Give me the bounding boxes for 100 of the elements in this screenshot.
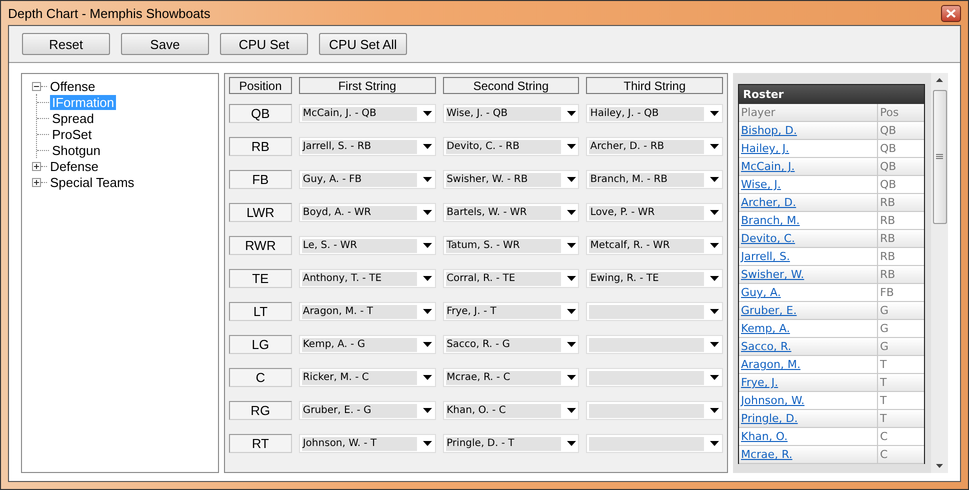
caret-icon — [422, 111, 432, 116]
player-dropdown[interactable]: Love, P. - WR — [586, 203, 724, 222]
player-dropdown[interactable]: Ricker, M. - C — [298, 368, 436, 387]
player-dropdown[interactable] — [586, 368, 724, 387]
player-link[interactable]: Gruber, E. — [741, 304, 797, 317]
player-dropdown[interactable]: Boyd, A. - WR — [298, 203, 436, 222]
player-dropdown[interactable]: Anthony, T. - TE — [298, 269, 436, 288]
player-dropdown[interactable]: Archer, D. - RB — [586, 137, 724, 156]
table-cell-text: T — [879, 393, 888, 409]
player-dropdown[interactable]: Ewing, R. - TE — [586, 269, 724, 288]
player-dropdown[interactable]: Gruber, E. - G — [298, 401, 436, 420]
player-link[interactable]: Hailey, J. — [741, 142, 790, 155]
player-link[interactable]: Swisher, W. — [741, 268, 804, 281]
expander-icon[interactable] — [32, 178, 41, 186]
caret-icon — [710, 276, 720, 281]
position-label: QB — [229, 104, 292, 123]
column-header: Player — [739, 104, 878, 121]
tree-item[interactable]: Special Teams — [48, 174, 136, 190]
player-dropdown[interactable]: Swisher, W. - RB — [442, 170, 580, 189]
caret-icon — [566, 111, 576, 116]
player-link[interactable]: Aragon, M. — [741, 358, 800, 371]
player-dropdown[interactable]: Metcalf, R. - WR — [586, 236, 724, 255]
caret-icon — [710, 243, 720, 248]
close-icon — [946, 8, 956, 18]
player-link[interactable]: Bishop, D. — [741, 124, 797, 137]
column-header: Pos — [879, 105, 900, 121]
tree-item[interactable]: Defense — [48, 158, 100, 174]
player-link[interactable]: Guy, A. — [741, 286, 781, 299]
toolbar-button[interactable]: Reset — [22, 33, 110, 55]
caret-icon — [422, 342, 432, 347]
toolbar-button[interactable]: CPU Set All — [319, 33, 407, 55]
player-link[interactable]: Khan, O. — [741, 430, 788, 443]
caret-icon — [422, 408, 432, 413]
close-button[interactable] — [941, 4, 961, 22]
player-dropdown[interactable]: Devito, C. - RB — [442, 137, 580, 156]
player-dropdown[interactable] — [586, 302, 724, 321]
player-dropdown[interactable] — [586, 335, 724, 354]
player-dropdown[interactable]: Pringle, D. - T — [442, 434, 580, 453]
caret-icon — [710, 408, 720, 413]
player-dropdown[interactable]: Bartels, W. - WR — [442, 203, 580, 222]
player-link[interactable]: Sacco, R. — [741, 340, 792, 353]
player-dropdown[interactable]: Sacco, R. - G — [442, 335, 580, 354]
player-dropdown[interactable]: Aragon, M. - T — [298, 302, 436, 321]
player-dropdown[interactable] — [586, 434, 724, 453]
player-dropdown[interactable]: Le, S. - WR — [298, 236, 436, 255]
column-header: First String — [298, 77, 436, 94]
caret-icon — [422, 309, 432, 314]
player-dropdown[interactable]: Frye, J. - T — [442, 302, 580, 321]
tree-item[interactable]: Offense — [48, 78, 98, 94]
player-link[interactable]: Pringle, D. — [741, 412, 798, 425]
table-cell-text: G — [879, 321, 890, 337]
player-link[interactable]: Devito, C. — [741, 232, 796, 245]
table-cell-text: FB — [879, 285, 895, 301]
expander-icon[interactable] — [32, 162, 41, 170]
caret-icon — [422, 375, 432, 380]
player-dropdown[interactable]: Branch, M. - RB — [586, 170, 724, 189]
player-dropdown[interactable]: Mcrae, R. - C — [442, 368, 580, 387]
tree-item[interactable]: Spread — [50, 110, 96, 126]
player-dropdown[interactable]: Corral, R. - TE — [442, 269, 580, 288]
tree-item[interactable]: ProSet — [50, 126, 94, 142]
scrollbar[interactable] — [931, 73, 948, 473]
player-dropdown[interactable]: McCain, J. - QB — [298, 104, 436, 123]
table-cell-text: G — [879, 339, 890, 355]
player-dropdown[interactable]: Johnson, W. - T — [298, 434, 436, 453]
scroll-thumb[interactable] — [932, 90, 946, 224]
player-link[interactable]: Branch, M. — [741, 214, 800, 227]
position-label: TE — [229, 269, 292, 288]
caret-icon — [710, 177, 720, 182]
toolbar-button[interactable]: Save — [121, 33, 209, 55]
tree-item[interactable]: Shotgun — [50, 142, 102, 158]
player-dropdown[interactable]: Guy, A. - FB — [298, 170, 436, 189]
player-link[interactable]: Wise, J. — [741, 178, 781, 191]
player-link[interactable]: Johnson, W. — [741, 394, 804, 407]
player-dropdown[interactable]: Khan, O. - C — [442, 401, 580, 420]
player-link[interactable]: McCain, J. — [741, 160, 795, 173]
caret-icon — [422, 276, 432, 281]
caret-icon — [566, 441, 576, 446]
caret-icon — [422, 177, 432, 182]
player-dropdown[interactable]: Tatum, S. - WR — [442, 236, 580, 255]
player-dropdown[interactable]: Jarrell, S. - RB — [298, 137, 436, 156]
player-dropdown[interactable]: Kemp, A. - G — [298, 335, 436, 354]
caret-icon — [566, 243, 576, 248]
caret-icon — [566, 342, 576, 347]
table-cell-text: RB — [879, 249, 896, 265]
caret-icon — [710, 111, 720, 116]
player-dropdown[interactable]: Wise, J. - QB — [442, 104, 580, 123]
player-link[interactable]: Archer, D. — [741, 196, 796, 209]
toolbar-button[interactable]: CPU Set — [220, 33, 308, 55]
table-cell-text: QB — [879, 123, 898, 139]
player-dropdown[interactable]: Hailey, J. - QB — [586, 104, 724, 123]
table-cell-text: RB — [879, 213, 896, 229]
table-cell-text: RB — [879, 195, 896, 211]
player-link[interactable]: Jarrell, S. — [741, 250, 790, 263]
player-dropdown[interactable] — [586, 401, 724, 420]
player-link[interactable]: Mcrae, R. — [741, 448, 792, 461]
table-cell-text: QB — [879, 141, 898, 157]
player-link[interactable]: Kemp, A. — [741, 322, 790, 335]
position-label: FB — [229, 170, 292, 189]
player-link[interactable]: Frye, J. — [741, 376, 778, 389]
expander-icon[interactable] — [32, 82, 41, 90]
